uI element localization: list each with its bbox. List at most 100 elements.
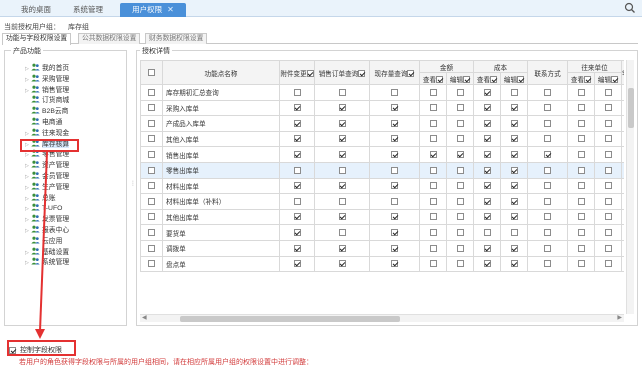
permission-checkbox[interactable] <box>338 104 346 112</box>
permission-checkbox[interactable] <box>510 119 518 127</box>
permission-checkbox[interactable] <box>456 213 464 221</box>
permission-checkbox[interactable] <box>483 182 491 190</box>
permission-checkbox[interactable] <box>338 182 346 190</box>
permission-checkbox[interactable] <box>510 135 518 143</box>
tree-item[interactable]: ▷ 报表中心 <box>25 225 69 236</box>
permission-checkbox[interactable] <box>338 88 346 96</box>
permission-checkbox[interactable] <box>338 119 346 127</box>
permission-checkbox[interactable] <box>293 260 301 268</box>
permission-checkbox[interactable] <box>483 119 491 127</box>
row-select-checkbox[interactable] <box>148 166 155 174</box>
permission-checkbox[interactable] <box>456 88 464 96</box>
permission-checkbox[interactable] <box>510 244 518 252</box>
permission-checkbox[interactable] <box>510 166 518 174</box>
table-row[interactable]: 要货单 <box>140 224 624 241</box>
partner-view-checkbox[interactable] <box>584 76 592 84</box>
tab-user-permissions[interactable]: 用户权限 ✕ <box>120 3 186 17</box>
column-header-attachment[interactable]: 附件变更 <box>279 60 315 85</box>
permission-checkbox[interactable] <box>429 88 437 96</box>
permission-checkbox[interactable] <box>577 260 585 268</box>
permission-checkbox[interactable] <box>338 229 346 237</box>
subtab-function-field[interactable]: 功能与字段权限设置 <box>2 33 72 45</box>
permission-checkbox[interactable] <box>456 182 464 190</box>
permission-checkbox[interactable] <box>483 244 491 252</box>
column-header-sales-query[interactable]: 销售订单查询 <box>314 60 370 85</box>
permission-checkbox[interactable] <box>293 197 301 205</box>
permission-checkbox[interactable] <box>604 213 612 221</box>
permission-checkbox[interactable] <box>483 104 491 112</box>
row-select-checkbox[interactable] <box>148 151 155 159</box>
permission-checkbox[interactable] <box>544 166 551 174</box>
row-select-checkbox[interactable] <box>148 244 155 252</box>
permission-checkbox[interactable] <box>391 229 398 237</box>
column-header-stock-query[interactable]: 现存量查询 <box>369 60 420 85</box>
permission-checkbox[interactable] <box>544 119 551 127</box>
permission-checkbox[interactable] <box>391 260 398 268</box>
table-row[interactable]: 盘点单 <box>140 255 624 273</box>
tab-my-desktop[interactable]: 我的桌面 <box>14 3 58 17</box>
permission-checkbox[interactable] <box>510 229 518 237</box>
row-select-checkbox[interactable] <box>148 104 155 112</box>
permission-checkbox[interactable] <box>338 135 346 143</box>
row-select-checkbox[interactable] <box>148 182 155 190</box>
permission-checkbox[interactable] <box>456 244 464 252</box>
permission-checkbox[interactable] <box>391 182 398 190</box>
permission-checkbox[interactable] <box>391 135 398 143</box>
table-row[interactable]: 库存期初汇总查询 <box>140 84 624 101</box>
permission-checkbox[interactable] <box>544 197 551 205</box>
tree-item[interactable]: 云应用 <box>25 236 69 247</box>
permission-checkbox[interactable] <box>544 182 551 190</box>
permission-checkbox[interactable] <box>544 151 551 159</box>
permission-checkbox[interactable] <box>429 213 437 221</box>
cost-edit-header[interactable]: 编辑 <box>500 72 528 85</box>
permission-checkbox[interactable] <box>544 104 551 112</box>
partner-view-header[interactable]: 查看 <box>567 72 595 85</box>
permission-checkbox[interactable] <box>577 119 585 127</box>
partner-edit-checkbox[interactable] <box>611 76 619 84</box>
permission-checkbox[interactable] <box>429 119 437 127</box>
permission-checkbox[interactable] <box>483 151 491 159</box>
tree-item[interactable]: ▷ 会员管理 <box>25 171 69 182</box>
tree-item[interactable]: ▷ 系统管理 <box>25 257 69 268</box>
row-select-checkbox[interactable] <box>148 88 155 96</box>
tree-item[interactable]: ▷ 资产管理 <box>25 160 69 171</box>
permission-checkbox[interactable] <box>456 197 464 205</box>
permission-checkbox[interactable] <box>456 135 464 143</box>
permission-checkbox[interactable] <box>338 213 346 221</box>
permission-checkbox[interactable] <box>391 104 398 112</box>
permission-checkbox[interactable] <box>429 197 437 205</box>
tree-item[interactable]: B2B云商 <box>25 106 69 117</box>
permission-checkbox[interactable] <box>544 260 551 268</box>
permission-checkbox[interactable] <box>544 135 551 143</box>
tree-item[interactable]: ▷ 生产管理 <box>25 182 69 193</box>
permission-checkbox[interactable] <box>456 151 464 159</box>
permission-checkbox[interactable] <box>483 166 491 174</box>
permission-checkbox[interactable] <box>510 182 518 190</box>
tree-item[interactable]: 订货商城 <box>25 95 69 106</box>
subtab-finance-data[interactable]: 财务数据权限设置 <box>145 33 208 44</box>
tree-item[interactable]: ▷ 发票管理 <box>25 214 69 225</box>
row-select-checkbox[interactable] <box>148 135 155 143</box>
tree-item[interactable]: ▷ 往来现金 <box>25 128 69 139</box>
permission-checkbox[interactable] <box>456 119 464 127</box>
cost-view-header[interactable]: 查看 <box>473 72 501 85</box>
permission-checkbox[interactable] <box>544 88 551 96</box>
tree-item[interactable]: ▷ 销售管理 <box>25 85 69 96</box>
permission-checkbox[interactable] <box>293 151 301 159</box>
permission-checkbox[interactable] <box>293 229 301 237</box>
tree-item[interactable]: 电商通 <box>25 117 69 128</box>
permission-checkbox[interactable] <box>293 213 301 221</box>
table-row[interactable]: 采购入库单 <box>140 99 624 117</box>
select-all-checkbox[interactable] <box>148 68 155 76</box>
permission-checkbox[interactable] <box>604 151 612 159</box>
permission-checkbox[interactable] <box>510 88 518 96</box>
permission-checkbox[interactable] <box>604 166 612 174</box>
table-row[interactable]: 其他入库单 <box>140 130 624 148</box>
row-select-checkbox[interactable] <box>148 213 155 221</box>
permission-checkbox[interactable] <box>429 166 437 174</box>
permission-checkbox[interactable] <box>483 260 491 268</box>
cost-view-checkbox[interactable] <box>490 76 498 84</box>
table-row[interactable]: 销售出库单 <box>140 146 624 163</box>
table-row[interactable]: 调拨单 <box>140 239 624 257</box>
permission-checkbox[interactable] <box>338 151 346 159</box>
